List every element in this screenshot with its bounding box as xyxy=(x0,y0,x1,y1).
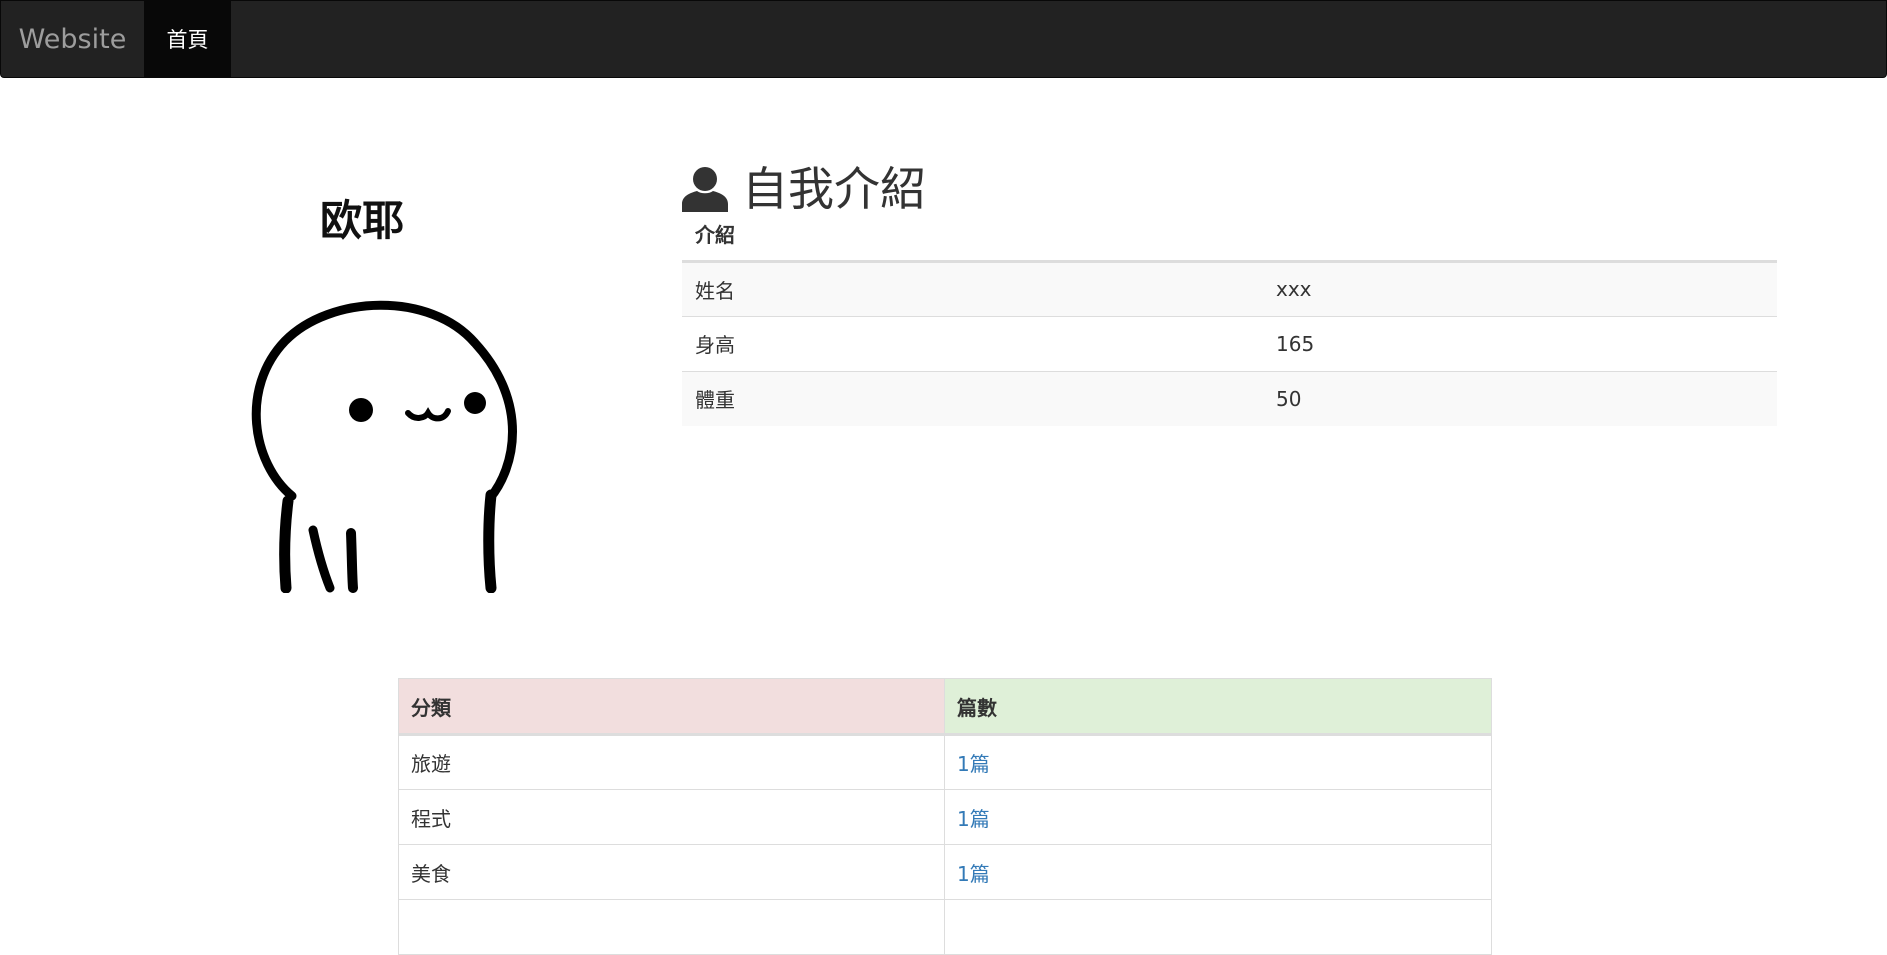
category-cell xyxy=(398,899,945,955)
table-row xyxy=(398,899,1492,955)
count-link[interactable]: 1篇 xyxy=(957,752,990,776)
count-link[interactable]: 1篇 xyxy=(957,862,990,886)
count-cell: 1篇 xyxy=(944,789,1492,845)
intro-value-weight: 50 xyxy=(1263,370,1777,426)
category-cell: 美食 xyxy=(398,844,945,900)
intro-table: 介紹 姓名 xxx 身高 165 體重 50 xyxy=(682,207,1777,426)
category-cell: 旅遊 xyxy=(398,734,945,790)
intro-value-height: 165 xyxy=(1263,315,1777,371)
category-cell: 程式 xyxy=(398,789,945,845)
table-row: 身高 165 xyxy=(682,315,1777,371)
table-row: 美食 1篇 xyxy=(398,844,1492,900)
count-cell: 1篇 xyxy=(944,844,1492,900)
intro-label-name: 姓名 xyxy=(682,260,1263,316)
count-cell xyxy=(944,899,1492,955)
nav-item-home[interactable]: 首頁 xyxy=(144,1,231,77)
user-icon xyxy=(682,166,728,212)
profile-name: 欧耶 xyxy=(319,196,404,245)
table-row: 旅遊 1篇 xyxy=(398,734,1492,790)
table-row: 程式 1篇 xyxy=(398,789,1492,845)
brand-link[interactable]: Website xyxy=(1,1,144,77)
count-cell: 1篇 xyxy=(944,734,1492,790)
table-row: 體重 50 xyxy=(682,370,1777,426)
intro-value-name: xxx xyxy=(1263,260,1777,316)
intro-heading: 自我介紹 xyxy=(682,166,926,212)
avatar-image xyxy=(240,283,540,597)
intro-heading-text: 自我介紹 xyxy=(742,161,926,216)
category-table: 分類 篇數 旅遊 1篇 程式 1篇 美食 1篇 xyxy=(398,678,1492,955)
count-link[interactable]: 1篇 xyxy=(957,807,990,831)
count-column-header: 篇數 xyxy=(944,678,1492,736)
table-row: 姓名 xxx xyxy=(682,260,1777,316)
intro-table-header: 介紹 xyxy=(682,207,1777,263)
top-navbar: Website 首頁 xyxy=(0,0,1887,78)
category-column-header: 分類 xyxy=(398,678,945,736)
intro-label-weight: 體重 xyxy=(682,370,1263,426)
intro-label-height: 身高 xyxy=(682,315,1263,371)
